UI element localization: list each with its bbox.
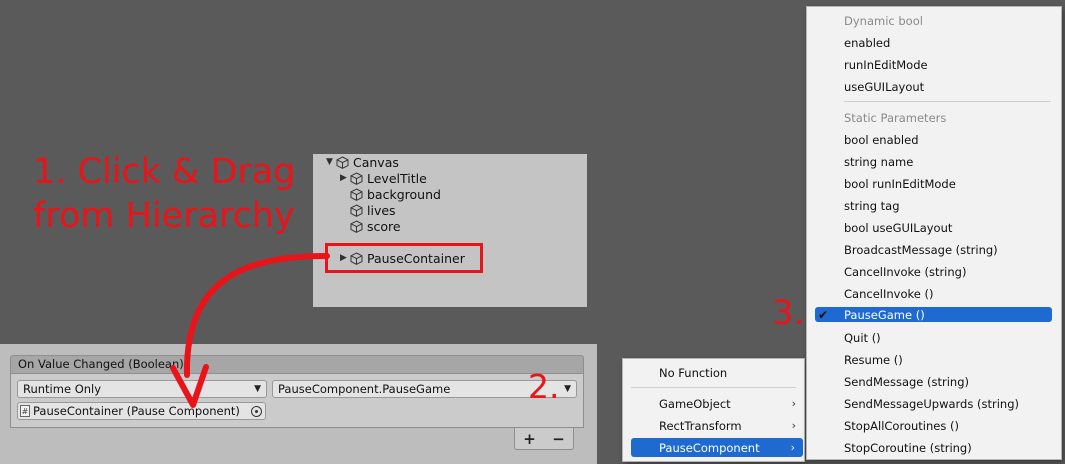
menu-item-gameobject[interactable]: GameObject › xyxy=(623,394,804,413)
menu-item-pausegame[interactable]: ✔ PauseGame () xyxy=(815,307,1052,322)
menu-item-label: PauseGame () xyxy=(844,307,925,322)
menu-item-quit[interactable]: Quit () xyxy=(844,328,881,347)
menu-item-label: RectTransform xyxy=(659,418,742,433)
component-context-menu: No Function GameObject › RectTransform ›… xyxy=(622,358,805,462)
checkmark-icon: ✔ xyxy=(818,307,829,322)
menu-item-stopallcoroutines[interactable]: StopAllCoroutines () xyxy=(844,416,959,435)
submenu-arrow-icon: › xyxy=(791,419,796,432)
menu-item-recttransform[interactable]: RectTransform › xyxy=(623,416,804,435)
menu-item-bool-runineditmode[interactable]: bool runInEditMode xyxy=(844,174,956,193)
menu-item-enabled[interactable]: enabled xyxy=(844,33,890,52)
menu-item-no-function[interactable]: No Function xyxy=(623,363,804,382)
menu-item-pausecomponent[interactable]: PauseComponent › xyxy=(631,438,803,457)
menu-item-bool-useguilayout[interactable]: bool useGUILayout xyxy=(844,218,952,237)
menu-item-string-tag[interactable]: string tag xyxy=(844,196,900,215)
menu-item-resume[interactable]: Resume () xyxy=(844,350,903,369)
menu-item-cancelinvoke-string[interactable]: CancelInvoke (string) xyxy=(844,262,966,281)
menu-item-label: PauseComponent xyxy=(659,440,760,455)
menu-item-bool-enabled[interactable]: bool enabled xyxy=(844,130,919,149)
menu-item-runineditmode[interactable]: runInEditMode xyxy=(844,55,928,74)
submenu-arrow-icon: › xyxy=(790,441,795,454)
menu-item-label: No Function xyxy=(659,365,728,380)
menu-item-useguilayout[interactable]: useGUILayout xyxy=(844,77,924,96)
annotation-step2: 2. xyxy=(528,367,560,406)
menu-item-broadcastmessage[interactable]: BroadcastMessage (string) xyxy=(844,240,998,259)
menu-header-dynamic: Dynamic bool xyxy=(844,13,923,28)
submenu-arrow-icon: › xyxy=(791,397,796,410)
function-submenu: Dynamic bool enabled runInEditMode useGU… xyxy=(806,6,1062,460)
menu-item-string-name[interactable]: string name xyxy=(844,152,913,171)
menu-item-sendmessage[interactable]: SendMessage (string) xyxy=(844,372,969,391)
menu-separator xyxy=(844,101,1051,102)
menu-item-cancelinvoke[interactable]: CancelInvoke () xyxy=(844,284,933,303)
menu-item-label: GameObject xyxy=(659,396,731,411)
menu-item-sendmessageupwards[interactable]: SendMessageUpwards (string) xyxy=(844,394,1019,413)
menu-item-stopcoroutine[interactable]: StopCoroutine (string) xyxy=(844,438,972,457)
annotation-step3: 3. xyxy=(772,293,805,333)
menu-separator xyxy=(631,387,796,388)
menu-header-static: Static Parameters xyxy=(844,110,947,125)
